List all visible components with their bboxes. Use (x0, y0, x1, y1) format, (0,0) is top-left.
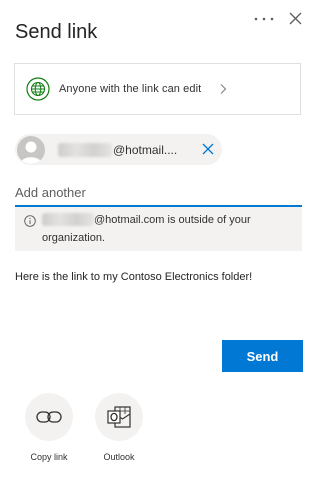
send-button[interactable]: Send (222, 340, 303, 372)
page-title: Send link (15, 21, 98, 43)
close-button[interactable] (283, 6, 307, 30)
person-icon (20, 141, 42, 164)
link-permission-button[interactable]: Anyone with the link can edit (14, 63, 301, 115)
avatar (17, 135, 45, 164)
close-icon (202, 143, 214, 155)
recipient-chip: @hotmail.... (15, 134, 222, 165)
more-icon (254, 17, 274, 21)
link-icon (36, 411, 62, 423)
more-options-button[interactable] (250, 8, 278, 30)
outlook-icon (107, 406, 131, 428)
chevron-right-icon (218, 83, 228, 95)
remove-recipient-button[interactable] (200, 141, 216, 157)
copy-link-label: Copy link (30, 452, 68, 462)
message-text[interactable]: Here is the link to my Contoso Electroni… (15, 270, 305, 284)
recipient-email: @hotmail.... (113, 142, 178, 157)
warning-text-line2: organization. (42, 232, 105, 244)
add-recipient-input[interactable] (15, 180, 302, 204)
redacted-name (58, 142, 112, 157)
close-icon (289, 12, 301, 24)
copy-link-button[interactable]: Copy link (19, 393, 79, 462)
info-icon (24, 215, 36, 227)
outlook-label: Outlook (103, 452, 135, 462)
redacted-name (42, 213, 94, 226)
copy-link-icon-circle (25, 393, 73, 441)
outlook-icon-circle (95, 393, 143, 441)
globe-icon (26, 77, 50, 101)
warning-text-line1: @hotmail.com is outside of your (94, 213, 251, 226)
external-recipient-warning: @hotmail.com is outside of your organiza… (15, 207, 302, 251)
permission-label: Anyone with the link can edit (59, 83, 202, 95)
outlook-share-button[interactable]: Outlook (89, 393, 149, 462)
